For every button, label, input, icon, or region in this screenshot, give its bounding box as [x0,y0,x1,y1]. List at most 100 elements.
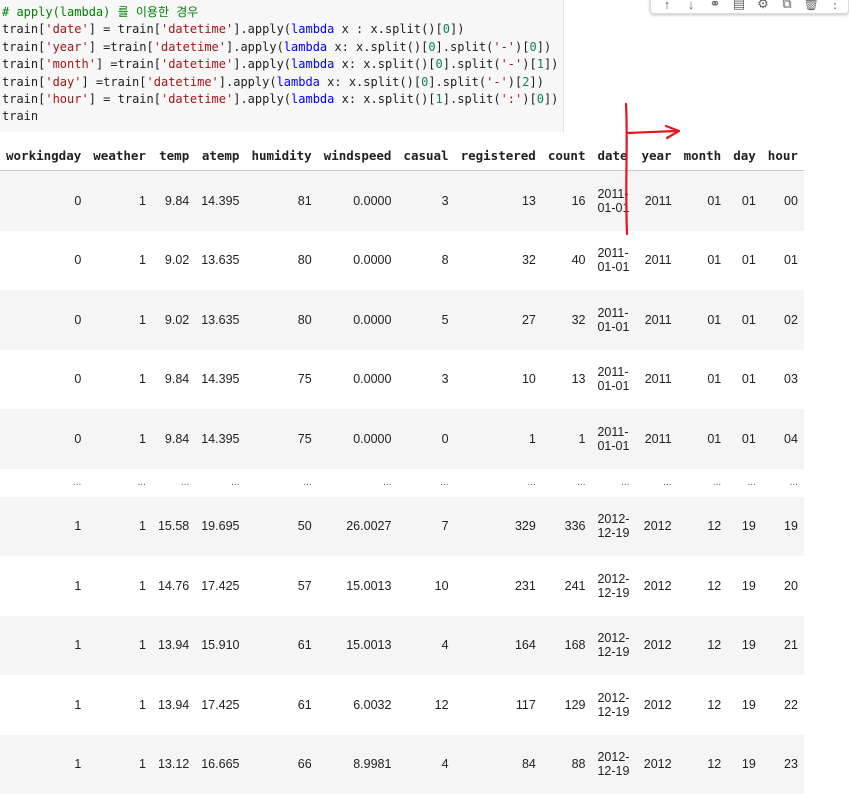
code-token: ].apply( [218,74,277,89]
cell-count: 241 [564,578,586,593]
delete-icon[interactable]: 🗑 [799,0,823,14]
cell-atemp: 14.395 [195,409,246,469]
arrow-down-icon[interactable]: ↓ [679,0,703,14]
code-line[interactable]: train['date'] = train['datetime'].apply(… [2,21,558,38]
code-token: )[ [522,91,537,106]
link-icon[interactable]: ⚭ [703,0,727,14]
column-header-casual: casual [397,140,455,171]
ellipsis-cell: ... [747,477,756,488]
cell-day: 01 [741,253,756,268]
cell-year: 2011 [644,253,672,268]
code-token: x: x.split()[ [334,57,436,72]
cell-atemp: 14.395 [195,170,246,231]
column-header-day: day [727,140,762,171]
cell-atemp: 13.635 [195,290,246,350]
date-cell-text-cont: 01-01 [597,200,630,215]
code-token: lambda [283,39,328,54]
code-token: 'month' [45,57,96,72]
ellipsis-cell: ... [663,477,672,488]
cell-workingday: 1 [0,615,88,675]
cell-humidity: 75 [245,409,318,469]
cell-registered: 32 [521,253,536,268]
table-row: 0 1 9.02 13.635 80 0.0000 8 32 40 2011- 01-01 2011 0… [0,231,804,291]
ellipsis-cell: ... [137,477,146,488]
cell-count: 1 [541,409,592,469]
code-token: train[ [2,22,46,37]
cell-weather: 1 [87,615,152,675]
date-cell-text-cont: 01-01 [597,260,630,275]
date-cell-text: 2011- [597,365,629,380]
code-token: # apply(lambda) 를 이용한 경우 [2,5,199,19]
code-token: train[ [2,57,46,72]
cell-registered: 117 [515,697,536,712]
cell-registered: 13 [454,170,542,231]
cell-windspeed: 15.0013 [317,615,398,675]
gear-icon[interactable]: ⚙ [751,0,775,14]
cell-humidity: 61 [245,615,318,675]
table-row: 1 1 13.12 16.665 66 8.9981 4 84 88 2012- 12-19 2012… [0,734,804,794]
cell-casual: 12 [434,697,449,712]
code-token: 'datetime' [160,22,234,37]
column-header-windspeed: windspeed [317,140,398,171]
date-cell-text: 2012- [597,690,630,705]
table-row: 1 1 13.94 15.910 61 15.0013 4 164 168 2012- 12-19 2… [0,615,804,675]
code-token: ].split( [428,74,487,89]
column-header-count: count [541,140,592,171]
arrow-up-icon[interactable]: ↑ [655,0,679,14]
code-line[interactable]: # apply(lambda) 를 이용한 경우 [2,4,558,21]
cell-date: 2012- 12-19 [591,496,636,556]
code-line[interactable]: train['hour'] = train['datetime'].apply(… [2,91,558,108]
cell-date: 2012- 12-19 [591,734,636,794]
code-token: ]) [543,57,559,72]
cell-weather: 1 [139,578,146,593]
cell-atemp: 17.425 [201,697,240,712]
cell-day: 19 [727,734,762,794]
column-header-month: month [677,140,728,171]
cell-count: 32 [541,290,592,350]
code-cell-editor[interactable]: # apply(lambda) 를 이용한 경우 train['date'] = … [0,0,564,132]
cell-workingday: 0 [74,372,82,387]
cell-humidity: 80 [297,253,312,268]
cell-workingday: 0 [0,290,88,350]
cell-count: 88 [541,734,592,794]
code-token: '-' [493,39,516,54]
code-token: x: x.split()[ [327,39,429,54]
cell-date: 2012- 12-19 [591,615,636,675]
cell-humidity: 80 [245,290,318,350]
code-line[interactable]: train['month'] =train['datetime'].apply(… [2,56,558,73]
cell-date: 2012- 12-19 [591,675,635,735]
more-icon[interactable]: ⋮ [823,0,847,14]
code-token: train[ [2,74,46,89]
code-line[interactable]: train['day'] =train['datetime'].apply(la… [2,74,558,91]
code-token: ].split( [435,39,494,54]
code-token: ] = train[ [88,91,161,106]
cell-count: 40 [571,253,586,268]
code-token: ]) [449,22,465,37]
cell-count: 16 [541,170,592,231]
code-text[interactable]: # apply(lambda) 를 이용한 경우 train['date'] = … [2,4,558,126]
code-token: )[ [522,57,537,72]
cell-month: 12 [677,496,728,556]
cell-month: 12 [707,697,722,712]
cell-windspeed: 6.0032 [353,697,392,712]
table-header-row: workingday weather temp atemp humidity windsp… [0,140,804,171]
date-cell-text: 2011- [597,424,629,439]
cell-month: 01 [677,409,728,469]
cell-month: 01 [707,253,722,268]
code-line[interactable]: train['year'] =train['datetime'].apply(l… [2,39,558,56]
cell-hour: 00 [761,170,804,231]
code-line[interactable]: train [2,108,558,125]
cell-atemp: 17.425 [201,578,240,593]
cell-day: 19 [741,697,756,712]
date-cell-text: 2011- [597,305,629,320]
cell-count: 168 [541,615,592,675]
cell-temp: 9.84 [151,170,196,231]
comment-icon[interactable]: ▤ [727,0,751,14]
cell-count: 336 [541,496,592,556]
cell-temp: 15.58 [151,496,196,556]
date-cell-text-cont: 12-19 [597,645,630,660]
ellipsis-row: ........................................… [0,469,804,497]
code-token: '-' [486,74,508,89]
ellipsis-cell: ... [231,477,240,488]
mirror-cell-icon[interactable]: ⧉ [775,0,799,14]
